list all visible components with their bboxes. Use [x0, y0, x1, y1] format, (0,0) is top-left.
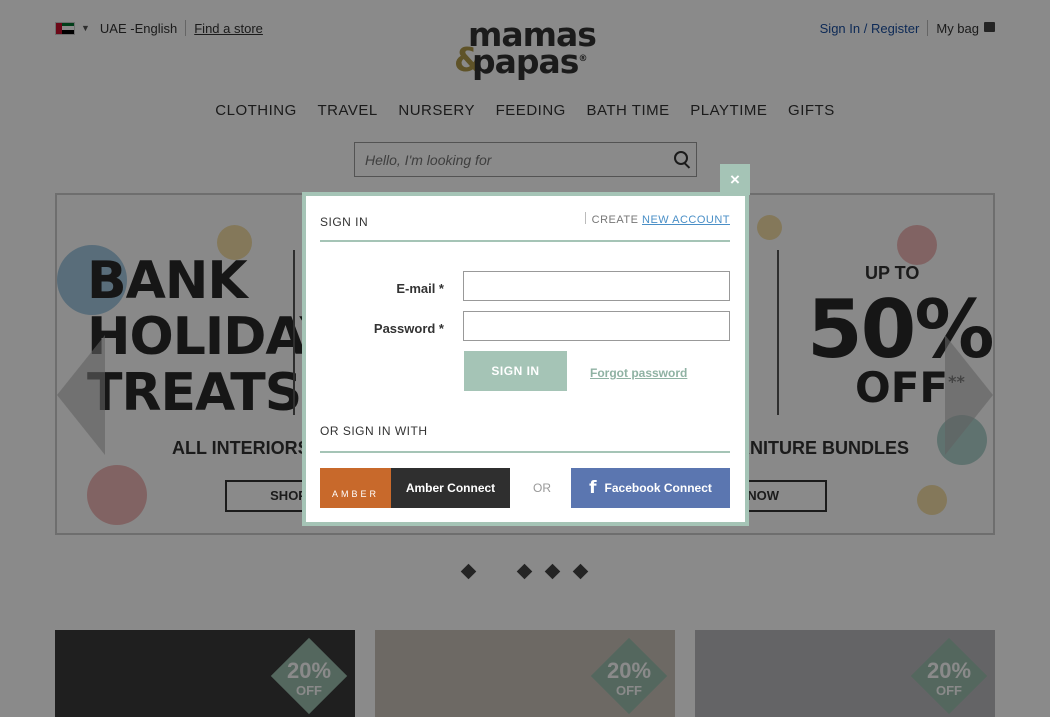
password-field[interactable]	[463, 311, 730, 341]
facebook-icon: f	[589, 478, 597, 498]
forgot-password-link[interactable]: Forgot password	[590, 366, 687, 380]
divider	[320, 451, 730, 453]
create-account: CREATE NEW ACCOUNT	[584, 212, 730, 226]
sign-in-modal: SIGN IN CREATE NEW ACCOUNT E-mail * Pass…	[302, 192, 749, 526]
modal-title: SIGN IN	[320, 215, 369, 229]
email-label: E-mail *	[396, 281, 444, 296]
amber-connect-label: Amber Connect	[391, 468, 510, 508]
new-account-link[interactable]: NEW ACCOUNT	[642, 214, 730, 226]
social-heading: OR SIGN IN WITH	[320, 424, 428, 438]
facebook-connect-button[interactable]: f Facebook Connect	[571, 468, 730, 508]
email-field[interactable]	[463, 271, 730, 301]
sign-in-button[interactable]: SIGN IN	[464, 351, 567, 391]
modal-header: SIGN IN CREATE NEW ACCOUNT	[320, 212, 730, 229]
password-label: Password *	[373, 321, 444, 336]
divider	[320, 240, 730, 242]
close-icon[interactable]: ×	[720, 164, 750, 195]
amber-connect-button[interactable]: AMBER Amber Connect	[320, 468, 510, 508]
facebook-connect-label: Facebook Connect	[604, 481, 712, 495]
or-separator: OR	[533, 481, 551, 495]
amber-logo-icon: AMBER	[320, 468, 391, 508]
